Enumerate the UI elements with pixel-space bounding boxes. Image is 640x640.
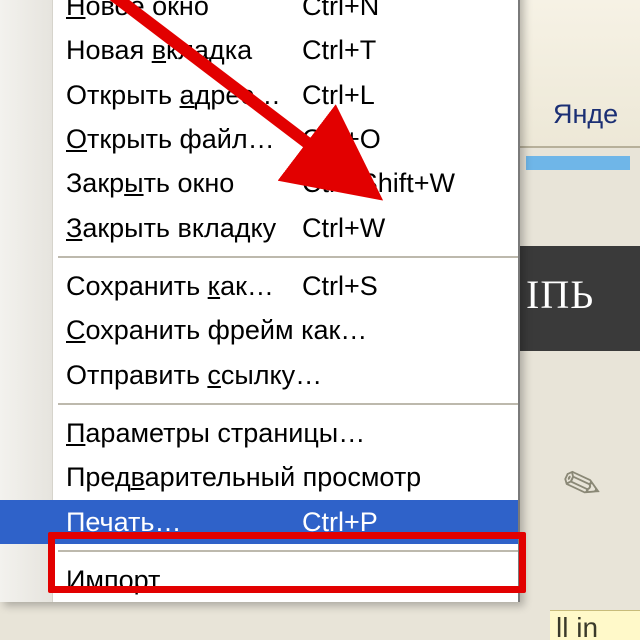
menu-separator [58,256,518,258]
menu-item-label: Сохранить фрейм как… [66,311,367,349]
menu-item-label: Новая вкладка [66,31,302,69]
menu-item-shortcut: Ctrl+L [302,76,375,114]
menu-item-shortcut: Ctrl+Shift+W [302,164,455,202]
menu-item-shortcut: Ctrl+W [302,209,385,247]
menu-item-label: Печать… [66,503,302,541]
background-region: Янде IПЬ ✎ ll in [520,0,640,640]
file-menu: Новое окноCtrl+NНовая вкладкаCtrl+TОткры… [0,0,520,602]
menu-item[interactable]: Открыть адрес…Ctrl+L [0,73,518,117]
menu-item[interactable]: Отправить ссылку… [0,353,518,397]
menu-item[interactable]: Закрыть вкладкуCtrl+W [0,206,518,250]
menu-item[interactable]: Предварительный просмотр [0,455,518,499]
menu-item-label: Закрыть вкладку [66,209,302,247]
menu-item[interactable]: Сохранить как…Ctrl+S [0,264,518,308]
menu-item-label: Открыть файл… [66,120,302,158]
menu-separator [58,403,518,405]
menu-item[interactable]: Открыть файл…Ctrl+O [0,117,518,161]
pin-icon: ✎ [555,453,610,517]
menu-item-label: Отправить ссылку… [66,356,322,394]
menu-item-shortcut: Ctrl+T [302,31,376,69]
menu-item-shortcut: Ctrl+S [302,267,378,305]
search-link-fragment: Янде [553,99,618,130]
dark-banner-fragment: IПЬ [520,246,640,351]
menu-item-shortcut: Ctrl+O [302,120,381,158]
menu-item-label: Импорт… [66,561,302,599]
menu-item-shortcut: Ctrl+N [302,0,379,25]
menu-item[interactable]: Печать…Ctrl+P [0,500,518,544]
menu-item-label: Закрыть окно [66,164,302,202]
menu-separator [58,550,518,552]
menu-item[interactable]: Новая вкладкаCtrl+T [0,28,518,72]
menu-item-label: Параметры страницы… [66,414,365,452]
menu-item[interactable]: Сохранить фрейм как… [0,308,518,352]
tooltip-fragment: ll in [550,610,640,640]
menu-item[interactable]: Новое окноCtrl+N [0,0,518,28]
menu-item[interactable]: Параметры страницы… [0,411,518,455]
menu-item-label: Новое окно [66,0,302,25]
blue-fragment [526,156,630,170]
menu-item-label: Сохранить как… [66,267,302,305]
menu-item-label: Открыть адрес… [66,76,302,114]
menu-item[interactable]: Закрыть окноCtrl+Shift+W [0,161,518,205]
menu-item-shortcut: Ctrl+P [302,503,378,541]
menu-item-label: Предварительный просмотр [66,458,421,496]
menu-item[interactable]: Импорт… [0,558,518,602]
